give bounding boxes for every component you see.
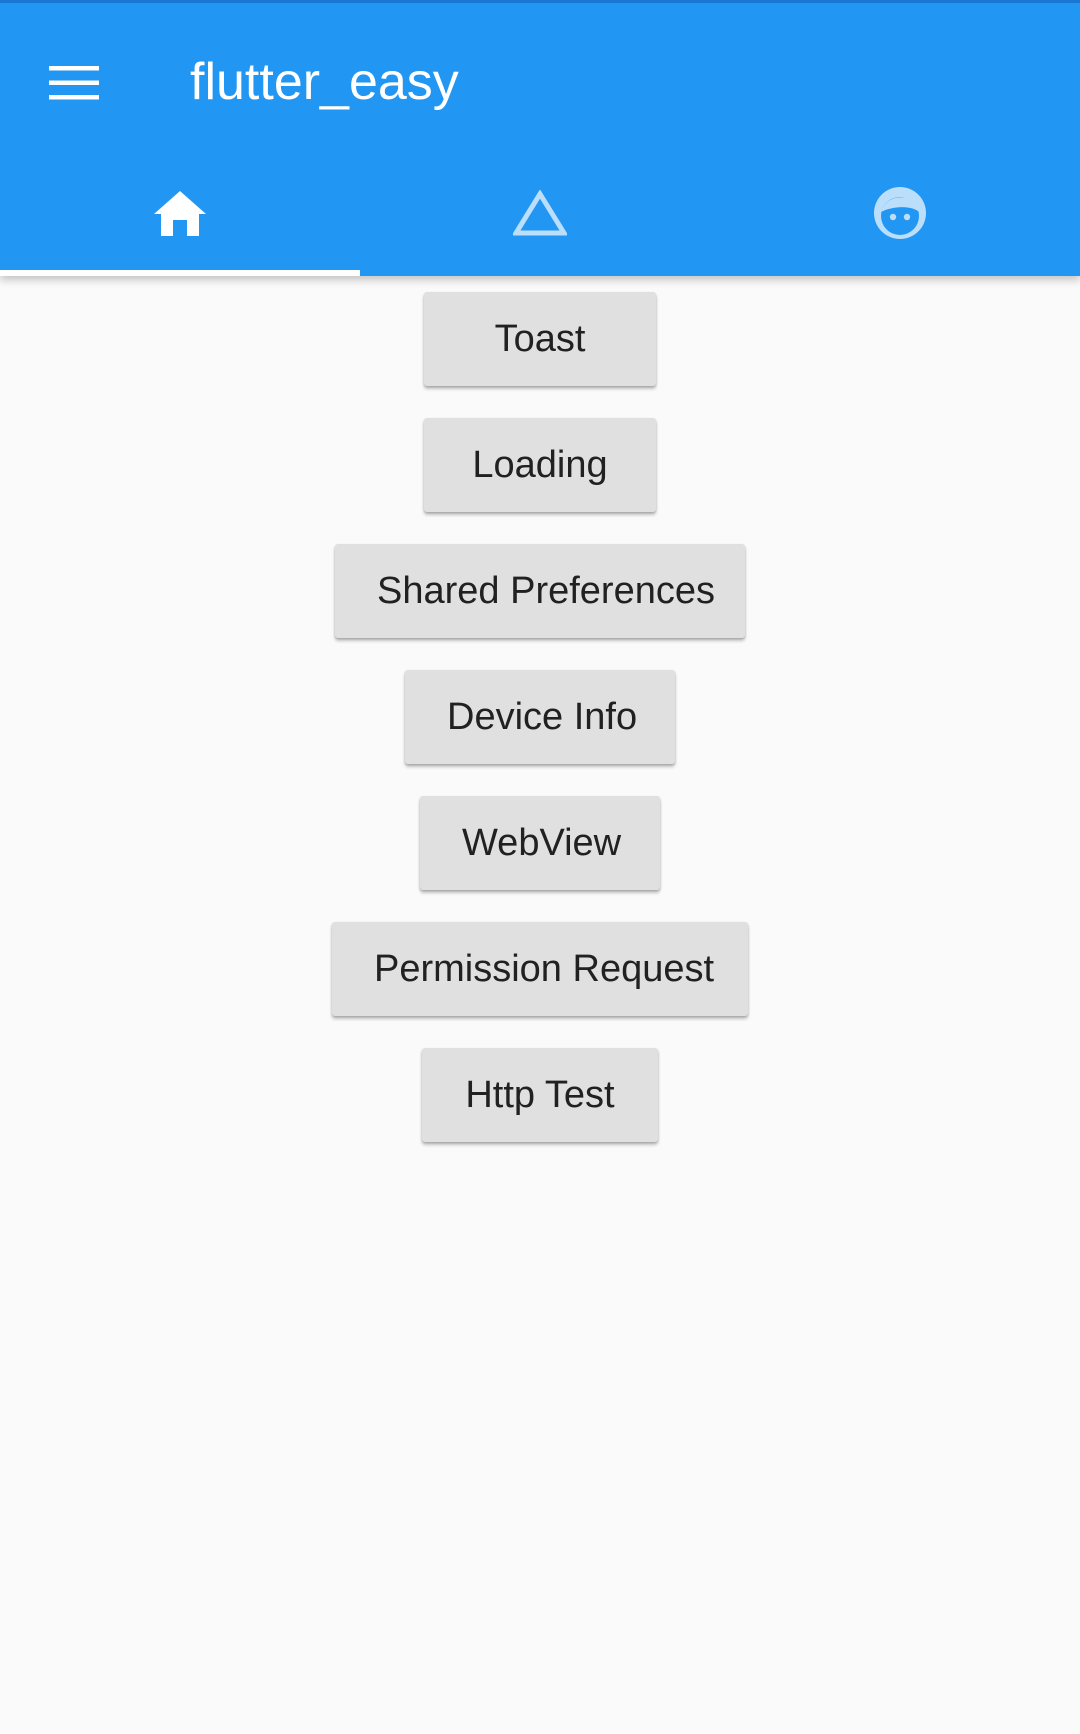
button-list: Toast Loading Shared Preferences Device …	[0, 276, 1080, 1174]
webview-button[interactable]: WebView	[420, 796, 660, 890]
loading-button[interactable]: Loading	[424, 418, 656, 512]
permission-request-button[interactable]: Permission Request	[332, 922, 748, 1016]
shared-preferences-button[interactable]: Shared Preferences	[335, 544, 745, 638]
tab-triangle[interactable]	[360, 155, 720, 276]
toast-button[interactable]: Toast	[424, 292, 656, 386]
tab-face[interactable]	[720, 155, 1080, 276]
menu-icon	[49, 66, 99, 100]
tab-indicator	[0, 270, 360, 276]
home-icon	[154, 190, 206, 236]
tab-bar	[0, 155, 1080, 276]
http-test-button[interactable]: Http Test	[422, 1048, 658, 1142]
triangle-icon	[513, 189, 567, 235]
device-info-button[interactable]: Device Info	[405, 670, 675, 764]
app-title: flutter_easy	[190, 53, 459, 111]
tab-home[interactable]	[0, 155, 360, 276]
app-bar: flutter_easy	[0, 0, 1080, 276]
menu-button[interactable]	[22, 31, 126, 135]
face-icon	[874, 186, 926, 239]
